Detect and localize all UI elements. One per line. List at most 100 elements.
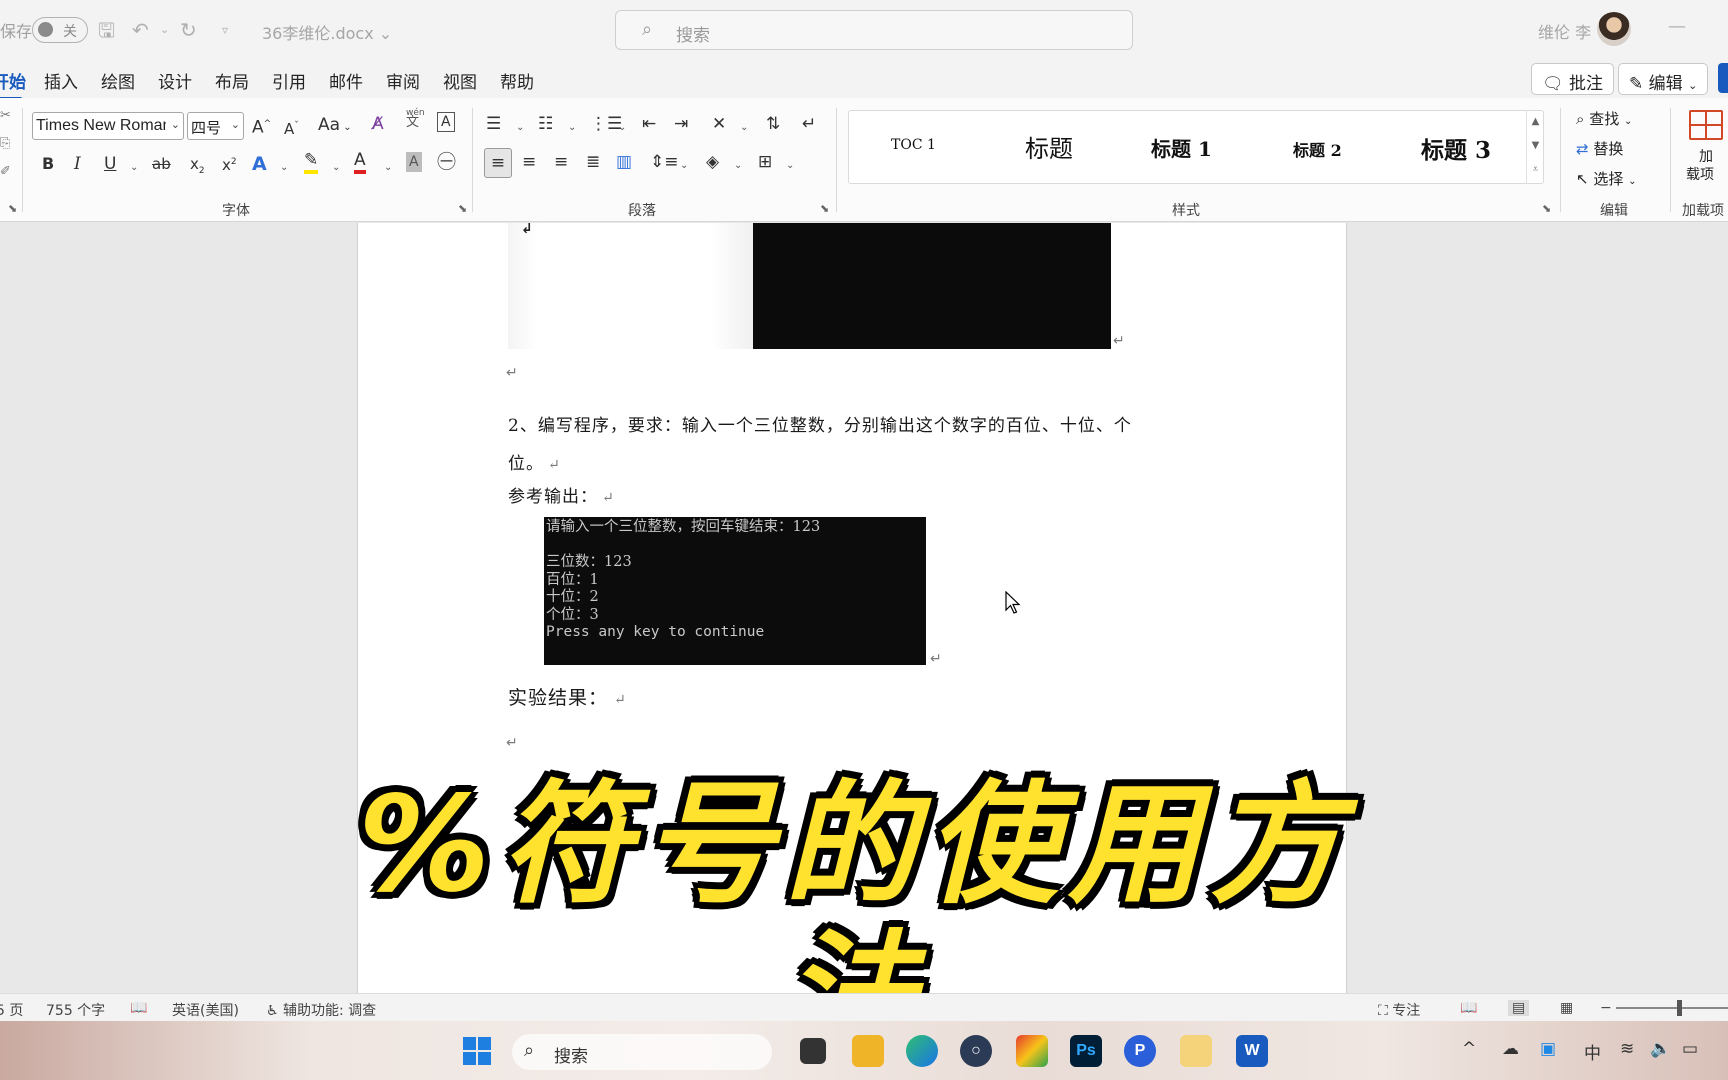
user-name[interactable]: 维伦 李 <box>1538 19 1591 43</box>
chinese-layout-dropdown-icon[interactable]: ⌄ <box>740 116 748 140</box>
chevron-up-icon[interactable]: ^ <box>1462 1039 1476 1059</box>
tab-layout[interactable]: 布局 <box>215 68 249 93</box>
font-color-icon[interactable]: A <box>354 150 366 174</box>
justify-icon[interactable]: ≣ <box>586 150 600 174</box>
file-explorer-icon[interactable] <box>852 1035 884 1067</box>
avatar[interactable] <box>1597 12 1631 46</box>
select-button[interactable]: ↖ 选择 ⌄ <box>1576 168 1637 189</box>
clear-formatting-icon[interactable]: A̸ <box>372 112 384 136</box>
text-effects-dropdown-icon[interactable]: ⌄ <box>280 156 288 180</box>
edge-browser-icon[interactable] <box>906 1035 938 1067</box>
numbering-icon[interactable]: ☷ <box>538 112 553 136</box>
proofing-icon[interactable]: 📖 <box>130 1000 147 1016</box>
shading-dropdown-icon[interactable]: ⌄ <box>734 154 742 178</box>
align-center-icon[interactable]: ≡ <box>522 150 536 174</box>
strikethrough-icon[interactable]: ab <box>152 152 171 176</box>
ime-indicator[interactable]: 中 <box>1584 1039 1601 1064</box>
addins-icon[interactable] <box>1689 110 1723 140</box>
app-icon[interactable]: ○ <box>960 1035 992 1067</box>
bullets-dropdown-icon[interactable]: ⌄ <box>516 116 524 140</box>
style-toc1[interactable]: TOC 1 <box>891 137 936 153</box>
tab-review[interactable]: 审阅 <box>386 68 420 93</box>
shading-icon[interactable]: ◈ <box>706 150 719 174</box>
more-styles-icon[interactable]: ⩡ <box>1527 158 1544 182</box>
highlight-icon[interactable]: ✎ <box>304 150 319 174</box>
superscript-icon[interactable]: x2 <box>222 150 237 177</box>
result-label[interactable]: 实验结果： ↵ <box>508 683 627 710</box>
page-count[interactable]: 5 页 <box>0 1000 23 1020</box>
underline-dropdown-icon[interactable]: ⌄ <box>130 156 138 180</box>
style-heading2[interactable]: 标题 2 <box>1293 137 1342 161</box>
phonetic-guide-icon[interactable]: wén 文 <box>406 108 425 129</box>
tab-design[interactable]: 设计 <box>158 68 192 93</box>
task-view-icon[interactable] <box>800 1038 826 1064</box>
title-search-box[interactable]: ⌕ 搜索 <box>615 10 1133 50</box>
autosave-toggle[interactable]: 关 <box>32 17 88 43</box>
tab-help[interactable]: 帮助 <box>500 68 534 93</box>
battery-icon[interactable]: ▭ <box>1682 1039 1698 1059</box>
undo-icon[interactable]: ↶ <box>132 16 149 44</box>
bullets-icon[interactable]: ☰ <box>486 112 501 136</box>
app-icon[interactable] <box>1016 1035 1048 1067</box>
document-filename[interactable]: 36李维伦.docx ⌄ <box>262 20 392 44</box>
print-layout-icon[interactable]: ▤ <box>1508 1000 1530 1016</box>
style-title[interactable]: 标题 <box>1025 129 1073 164</box>
highlight-dropdown-icon[interactable]: ⌄ <box>332 156 340 180</box>
multilevel-dropdown-icon[interactable]: ⌄ <box>618 116 626 140</box>
font-size-select[interactable]: 四号 ⌄ <box>187 112 244 140</box>
web-layout-icon[interactable]: ▦ <box>1560 1000 1573 1016</box>
customize-toolbar-icon[interactable]: ▿ <box>222 16 228 44</box>
zoom-slider[interactable] <box>1616 1007 1728 1009</box>
character-shading-icon[interactable]: A <box>406 152 422 172</box>
comment-button[interactable]: 🗨 批注 <box>1531 63 1614 95</box>
font-color-dropdown-icon[interactable]: ⌄ <box>384 156 392 180</box>
align-left-icon[interactable]: ≡ <box>484 148 512 178</box>
minimize-icon[interactable]: — <box>1668 16 1686 37</box>
style-heading3[interactable]: 标题 3 <box>1421 131 1491 165</box>
undo-dropdown-icon[interactable]: ⌄ <box>160 16 169 44</box>
app-icon[interactable]: P <box>1124 1035 1156 1067</box>
borders-icon[interactable]: ⊞ <box>758 150 772 174</box>
font-launcher-icon[interactable]: ⬊ <box>458 202 467 215</box>
style-heading1[interactable]: 标题 1 <box>1151 133 1212 162</box>
shrink-font-icon[interactable]: Aˇ <box>284 114 299 141</box>
increase-indent-icon[interactable]: ⇥ <box>674 112 688 136</box>
app-icon[interactable] <box>1180 1035 1212 1067</box>
console-screenshot[interactable]: 请输入一个三位整数，按回车键结束：123 三位数：123 百位：1 十位：2 个… <box>544 517 926 665</box>
find-button[interactable]: ⌕ 查找 ⌄ <box>1576 108 1632 129</box>
word-count[interactable]: 755 个字 <box>46 1000 105 1020</box>
character-border-icon[interactable]: A <box>437 112 455 132</box>
zoom-out-icon[interactable]: − <box>1600 1000 1612 1016</box>
reference-output-label[interactable]: 参考输出： ↵ <box>508 482 615 507</box>
tab-mailings[interactable]: 邮件 <box>329 68 363 93</box>
question-line-1[interactable]: 2、编写程序，要求：输入一个三位整数，分别输出这个数字的百位、十位、个 <box>508 411 1132 436</box>
replace-button[interactable]: ⇄ 替换 <box>1576 138 1623 159</box>
edit-mode-button[interactable]: ✎ 编辑 ⌄ <box>1618 63 1709 95</box>
app-tray-icon[interactable]: ▣ <box>1540 1039 1556 1059</box>
subscript-icon[interactable]: x2 <box>190 152 205 183</box>
chevron-up-icon[interactable]: ▲ <box>1527 110 1544 134</box>
font-name-select[interactable]: Times New Roman ⌄ <box>32 112 184 140</box>
decrease-indent-icon[interactable]: ⇤ <box>642 112 656 136</box>
tab-insert[interactable]: 插入 <box>44 68 78 93</box>
zoom-slider-thumb[interactable] <box>1677 1000 1682 1016</box>
cut-icon[interactable]: ✂ <box>0 104 11 128</box>
underline-icon[interactable]: U <box>104 152 116 176</box>
chevron-down-icon[interactable]: ▼ <box>1527 134 1544 158</box>
enclose-characters-icon[interactable]: ㊀ <box>437 150 456 174</box>
tab-references[interactable]: 引用 <box>272 68 306 93</box>
word-icon[interactable]: W <box>1236 1035 1268 1067</box>
change-case-icon[interactable]: Aa ⌄ <box>318 113 352 140</box>
line-spacing-dropdown-icon[interactable]: ⌄ <box>680 154 688 178</box>
copy-icon[interactable]: ⎘ <box>0 132 10 156</box>
focus-button[interactable]: ⛶ 专注 <box>1378 1000 1420 1020</box>
volume-icon[interactable]: 🔈 <box>1650 1039 1671 1059</box>
accessibility-status[interactable]: ♿ 辅助功能: 调查 <box>266 1000 376 1020</box>
tab-view[interactable]: 视图 <box>443 68 477 93</box>
question-line-2[interactable]: 位。 ↵ <box>508 449 561 474</box>
clipboard-launcher-icon[interactable]: ⬊ <box>8 202 17 215</box>
onedrive-icon[interactable]: ☁ <box>1502 1039 1519 1059</box>
align-right-icon[interactable]: ≡ <box>554 150 568 174</box>
show-marks-icon[interactable]: ↵ <box>802 112 816 136</box>
tab-home[interactable]: 开始 <box>0 68 26 100</box>
